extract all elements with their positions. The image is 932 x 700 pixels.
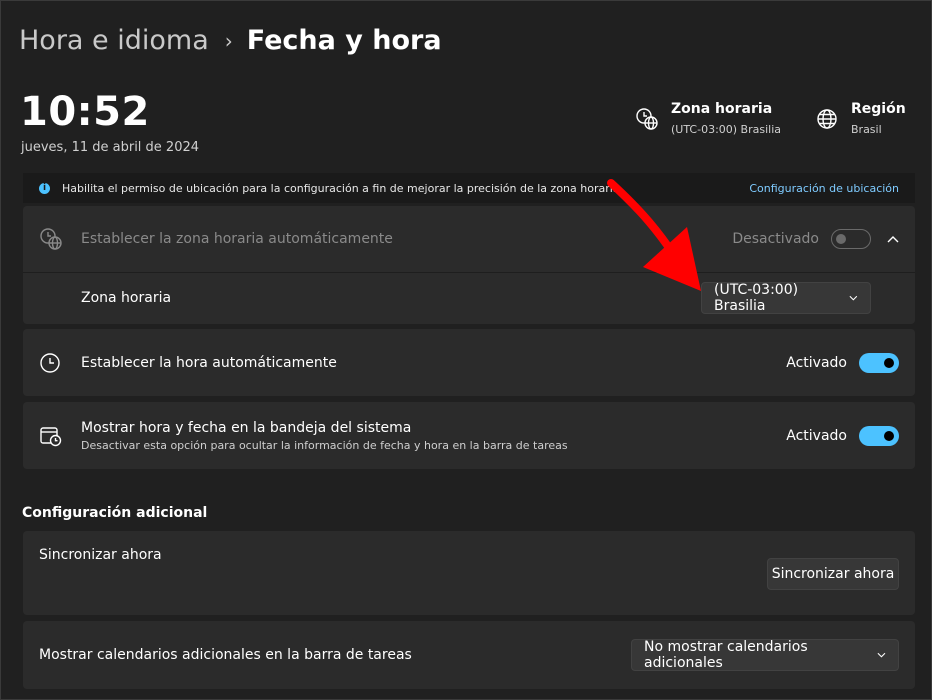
clock-globe-icon <box>40 228 62 250</box>
tray-description: Desactivar esta opción para ocultar la i… <box>81 438 568 452</box>
info-icon: i <box>39 182 50 194</box>
globe-icon <box>817 109 837 129</box>
auto-time-label: Establecer la hora automáticamente <box>81 354 337 371</box>
auto-timezone-toggle[interactable] <box>831 229 871 249</box>
calendars-dropdown-value: No mostrar calendarios adicionales <box>644 639 808 671</box>
sync-now-button[interactable]: Sincronizar ahora <box>767 558 899 590</box>
header-timezone-info: Zona horaria (UTC-03:00) Brasilia <box>635 101 781 136</box>
location-settings-link[interactable]: Configuración de ubicación <box>749 182 899 195</box>
chevron-down-icon <box>849 295 858 301</box>
tray-card: Mostrar hora y fecha en la bandeja del s… <box>23 402 915 469</box>
timezone-row: Zona horaria (UTC-03:00) Brasilia <box>23 273 915 323</box>
header-timezone-title: Zona horaria <box>671 101 773 117</box>
auto-time-toggle[interactable] <box>859 352 899 373</box>
tray-text: Mostrar hora y fecha en la bandeja del s… <box>81 420 786 452</box>
breadcrumb-separator-icon: › <box>224 28 233 53</box>
auto-timezone-card: Establecer la zona horaria automáticamen… <box>23 206 915 324</box>
additional-settings-title: Configuración adicional <box>22 505 208 521</box>
header-timezone-value: (UTC-03:00) Brasilia <box>671 123 782 136</box>
tray-toggle[interactable] <box>859 425 899 446</box>
calendars-card: Mostrar calendarios adicionales en la ba… <box>23 621 915 689</box>
chevron-up-icon[interactable] <box>887 235 899 243</box>
clock-globe-icon <box>636 108 658 130</box>
calendars-label: Mostrar calendarios adicionales en la ba… <box>39 647 412 663</box>
location-permission-banner: i Habilita el permiso de ubicación para … <box>23 173 915 203</box>
timezone-dropdown-value: (UTC-03:00) Brasilia <box>714 282 799 314</box>
tray-row[interactable]: Mostrar hora y fecha en la bandeja del s… <box>23 402 915 469</box>
auto-timezone-state: Desactivado <box>732 231 819 247</box>
calendars-row: Mostrar calendarios adicionales en la ba… <box>23 621 915 689</box>
auto-timezone-row[interactable]: Establecer la zona horaria automáticamen… <box>23 206 915 273</box>
sync-card: Sincronizar ahora Sincronizar ahora <box>23 531 915 615</box>
tray-state: Activado <box>786 427 847 444</box>
red-annotation-arrow-icon <box>607 179 701 291</box>
header-region-info: Región Brasil <box>815 101 906 136</box>
calendar-clock-icon <box>40 426 62 446</box>
current-time: 10:52 <box>20 89 150 135</box>
auto-time-card: Establecer la hora automáticamente Activ… <box>23 329 915 396</box>
tray-label: Mostrar hora y fecha en la bandeja del s… <box>81 419 412 436</box>
breadcrumb-parent-link[interactable]: Hora e idioma <box>19 25 209 56</box>
calendars-dropdown[interactable]: No mostrar calendarios adicionales <box>631 639 899 671</box>
header-region-value: Brasil <box>851 123 882 136</box>
breadcrumb: Hora e idioma › Fecha y hora <box>19 25 442 56</box>
auto-time-state: Activado <box>786 354 847 371</box>
chevron-down-icon <box>877 652 886 658</box>
auto-time-row[interactable]: Establecer la hora automáticamente Activ… <box>23 329 915 396</box>
sync-label: Sincronizar ahora <box>39 547 162 563</box>
current-date: jueves, 11 de abril de 2024 <box>21 140 200 155</box>
page-title: Fecha y hora <box>246 25 442 56</box>
header-region-title: Región <box>851 101 906 117</box>
clock-icon <box>40 352 60 373</box>
timezone-dropdown[interactable]: (UTC-03:00) Brasilia <box>701 282 871 314</box>
